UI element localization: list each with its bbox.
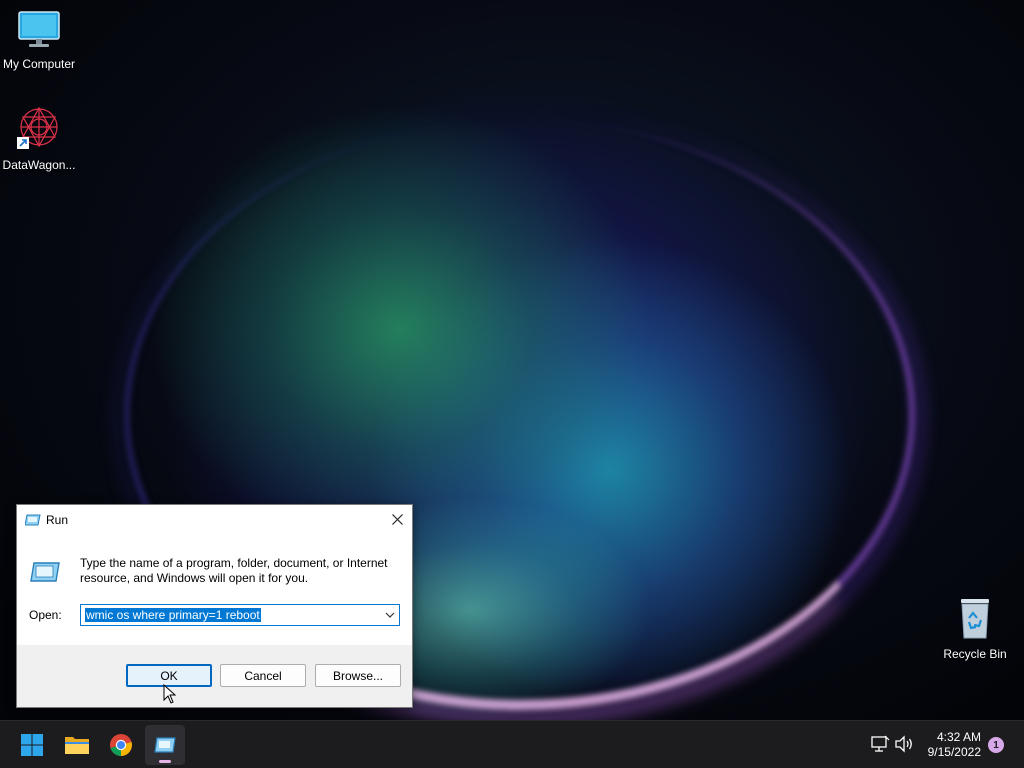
chrome-icon bbox=[110, 734, 132, 756]
start-button[interactable] bbox=[12, 725, 52, 765]
desktop-icon-datawagon[interactable]: DataWagon... bbox=[0, 105, 79, 172]
clock-time: 4:32 AM bbox=[936, 730, 981, 744]
run-program-icon bbox=[30, 562, 60, 582]
run-dialog-title: Run bbox=[46, 513, 69, 527]
cancel-button[interactable]: Cancel bbox=[220, 664, 306, 687]
volume-icon[interactable] bbox=[894, 735, 914, 753]
desktop-icon-label: DataWagon... bbox=[2, 158, 76, 172]
taskbar-run[interactable] bbox=[145, 725, 185, 765]
close-icon bbox=[391, 513, 403, 525]
open-input-value[interactable]: wmic os where primary=1 reboot bbox=[85, 608, 261, 622]
chevron-down-icon[interactable] bbox=[385, 610, 395, 620]
active-indicator bbox=[159, 760, 171, 763]
monitor-icon bbox=[18, 11, 60, 47]
open-label: Open: bbox=[29, 608, 62, 622]
datawagon-app-icon bbox=[17, 106, 58, 149]
taskbar-file-explorer[interactable] bbox=[57, 725, 97, 765]
run-app-icon bbox=[154, 737, 176, 753]
run-dialog-description: Type the name of a program, folder, docu… bbox=[80, 556, 388, 585]
run-dialog-footer: OK Cancel Browse... bbox=[17, 645, 412, 707]
taskbar-chrome[interactable] bbox=[101, 725, 141, 765]
clock-date: 9/15/2022 bbox=[927, 745, 981, 759]
mouse-cursor-icon bbox=[163, 684, 177, 704]
close-button[interactable] bbox=[382, 505, 412, 533]
recycle-bin-icon bbox=[961, 599, 989, 639]
taskbar-clock[interactable]: 4:32 AM 9/15/2022 bbox=[928, 730, 981, 760]
run-dialog-titlebar[interactable]: Run bbox=[17, 505, 412, 535]
desktop-icon-label: My Computer bbox=[2, 57, 76, 71]
browse-button[interactable]: Browse... bbox=[315, 664, 401, 687]
open-combobox[interactable]: wmic os where primary=1 reboot bbox=[80, 604, 400, 626]
desktop-icon-label: Recycle Bin bbox=[943, 647, 1007, 661]
desktop-icon-recycle-bin[interactable]: Recycle Bin bbox=[935, 596, 1015, 661]
run-app-icon bbox=[25, 514, 41, 526]
file-explorer-icon bbox=[65, 737, 89, 754]
windows-start-icon bbox=[21, 734, 43, 756]
run-dialog: Run Type the name of a program, folder, … bbox=[16, 504, 413, 708]
notification-badge[interactable]: 1 bbox=[988, 737, 1004, 753]
taskbar: 4:32 AM 9/15/2022 1 bbox=[0, 720, 1024, 768]
network-icon[interactable] bbox=[870, 735, 890, 753]
desktop-icon-my-computer[interactable]: My Computer bbox=[0, 10, 79, 71]
